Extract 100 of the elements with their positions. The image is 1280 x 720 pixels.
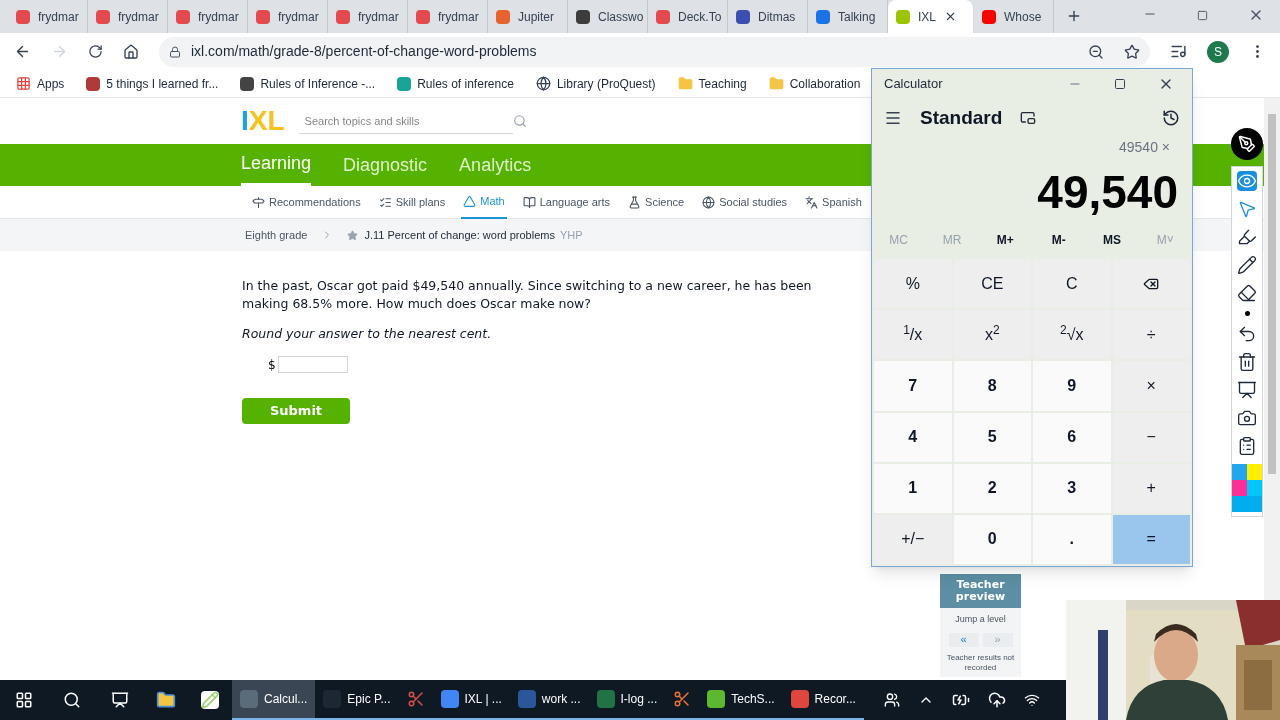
taskbar-app[interactable]: Recor...	[782, 680, 864, 720]
trash-icon[interactable]	[1237, 352, 1257, 372]
search-field[interactable]: Search topics and skills	[298, 108, 513, 134]
wifi-icon[interactable]	[1023, 692, 1040, 708]
calculator-key[interactable]: 3	[1033, 463, 1111, 513]
clipboard-icon[interactable]	[1237, 436, 1257, 456]
browser-tab[interactable]: frydmar	[248, 0, 328, 33]
browser-tab[interactable]: Whose	[974, 0, 1054, 33]
camera-icon[interactable]	[1237, 408, 1257, 428]
taskbar-app[interactable]: I-log ...	[588, 680, 666, 720]
address-bar[interactable]: ixl.com/math/grade-8/percent-of-change-word-problems	[159, 36, 1150, 67]
keep-on-top-icon[interactable]	[1020, 110, 1037, 126]
bookmark-item[interactable]: Rules of Inference -...	[240, 74, 376, 93]
calculator-key[interactable]: −	[1112, 412, 1190, 462]
calculator-key[interactable]: 0	[953, 514, 1031, 564]
pointer-icon[interactable]	[1237, 199, 1257, 219]
calculator-key[interactable]: CE	[953, 259, 1031, 309]
whiteboard-icon[interactable]	[1237, 380, 1257, 400]
currency-symbol: $	[268, 356, 276, 374]
calculator-key[interactable]: 9	[1033, 361, 1111, 411]
file-explorer-icon[interactable]	[156, 690, 176, 710]
people-icon[interactable]	[883, 692, 900, 708]
new-tab-icon[interactable]	[1066, 8, 1082, 24]
bookmark-item[interactable]: Rules of inference	[397, 74, 514, 93]
calculator-key[interactable]: 1	[874, 463, 952, 513]
taskbar-app[interactable]: Calcul...	[232, 680, 316, 720]
eraser-icon[interactable]	[1237, 283, 1257, 303]
calculator-key[interactable]: $^{1}$/x	[874, 310, 952, 360]
history-icon[interactable]	[1162, 109, 1180, 127]
bookmark-item[interactable]: Teaching	[677, 74, 747, 93]
star-icon[interactable]	[347, 229, 359, 241]
calculator-key[interactable]: %	[874, 259, 952, 309]
memory-button[interactable]: M-	[1032, 231, 1086, 249]
calculator-key[interactable]: 6	[1033, 412, 1111, 462]
subject-tab[interactable]: Social studies	[700, 185, 790, 219]
subject-tab[interactable]: Spanish	[803, 185, 864, 219]
bookmark-item[interactable]: 5 things I learned fr...	[86, 74, 219, 93]
calculator-key[interactable]: 2	[953, 463, 1031, 513]
browser-tab[interactable]: Deck.To	[648, 0, 728, 33]
calculator-key[interactable]: ÷	[1112, 310, 1190, 360]
subject-tab[interactable]: Science	[626, 185, 687, 219]
subject-tab[interactable]: Recommendations	[250, 185, 363, 219]
calculator-key[interactable]: C	[1033, 259, 1111, 309]
calculator-key[interactable]: 7	[874, 361, 952, 411]
highlighter-icon[interactable]	[1237, 227, 1257, 247]
taskbar-app[interactable]: Epic P...	[315, 680, 399, 720]
browser-tab[interactable]: Classwo	[568, 0, 648, 33]
color-palette-icon[interactable]	[1232, 464, 1262, 512]
browser-tab[interactable]: Jupiter	[488, 0, 568, 33]
subject-tab[interactable]: Skill plans	[376, 185, 448, 219]
memory-button[interactable]: M+	[978, 231, 1032, 249]
profile-avatar[interactable]: S	[1207, 40, 1229, 63]
browser-tab[interactable]: frydmar	[408, 0, 488, 33]
browser-tab[interactable]: frydmar	[168, 0, 248, 33]
calculator-key[interactable]: x$^{2}$	[953, 310, 1031, 360]
start-icon[interactable]	[15, 691, 33, 709]
calculator-key[interactable]: 4	[874, 412, 952, 462]
undo-icon[interactable]	[1237, 324, 1257, 344]
home-icon[interactable]	[123, 43, 139, 60]
browser-tab[interactable]: frydmar	[328, 0, 408, 33]
taskbar-app[interactable]: IXL | ...	[432, 680, 510, 720]
maximize-icon[interactable]	[1114, 78, 1126, 90]
browser-tab[interactable]: Ditmas	[728, 0, 808, 33]
calculator-key[interactable]: $^{2}$√x	[1033, 310, 1111, 360]
scrollbar-thumb[interactable]	[1268, 114, 1276, 474]
calculator-key[interactable]: +	[1112, 463, 1190, 513]
menu-icon[interactable]	[884, 109, 902, 127]
url-text: ixl.com/math/grade-8/percent-of-change-word-problems	[191, 42, 538, 61]
tab-title: frydmar	[198, 8, 239, 26]
calculator-key[interactable]: ×	[1112, 361, 1190, 411]
search-icon[interactable]	[63, 691, 81, 709]
browser-tab[interactable]: IXL	[888, 0, 974, 33]
calculator-key[interactable]: 5	[953, 412, 1031, 462]
pen-logo-icon[interactable]	[1231, 128, 1263, 160]
subject-tab[interactable]: Language arts	[520, 185, 613, 219]
bookmark-star-icon[interactable]	[1124, 43, 1140, 60]
browser-tab[interactable]: frydmar	[88, 0, 168, 33]
close-tab-icon[interactable]	[944, 10, 957, 23]
zoom-icon[interactable]	[1088, 43, 1104, 60]
pencil-icon[interactable]	[1237, 255, 1257, 275]
calculator-key[interactable]: .	[1033, 514, 1111, 564]
back-icon[interactable]	[14, 43, 31, 60]
reload-icon[interactable]	[88, 44, 103, 59]
equals-button[interactable]: =	[1112, 514, 1190, 564]
bookmark-item[interactable]: Collaboration	[768, 74, 861, 93]
calculator-key[interactable]: +/−	[874, 514, 952, 564]
breadcrumb-link[interactable]: Eighth grade	[245, 226, 308, 244]
answer-field[interactable]	[277, 356, 348, 374]
eye-icon[interactable]	[1237, 171, 1257, 191]
calculator-key[interactable]: 8	[953, 361, 1031, 411]
browser-tab[interactable]: frydmar	[8, 0, 88, 33]
bookmark-item[interactable]: Apps	[16, 74, 65, 93]
cloud-icon[interactable]	[987, 691, 1006, 709]
media-icon[interactable]	[1170, 43, 1187, 60]
bookmark-item[interactable]: Library (ProQuest)	[535, 74, 656, 93]
previous-level-button[interactable]: «	[948, 632, 979, 647]
taskbar-app[interactable]: TechS...	[699, 680, 783, 720]
taskbar-app[interactable]: work ...	[509, 680, 589, 720]
restore-icon[interactable]	[1197, 10, 1208, 21]
memory-button[interactable]: MS	[1085, 231, 1139, 249]
